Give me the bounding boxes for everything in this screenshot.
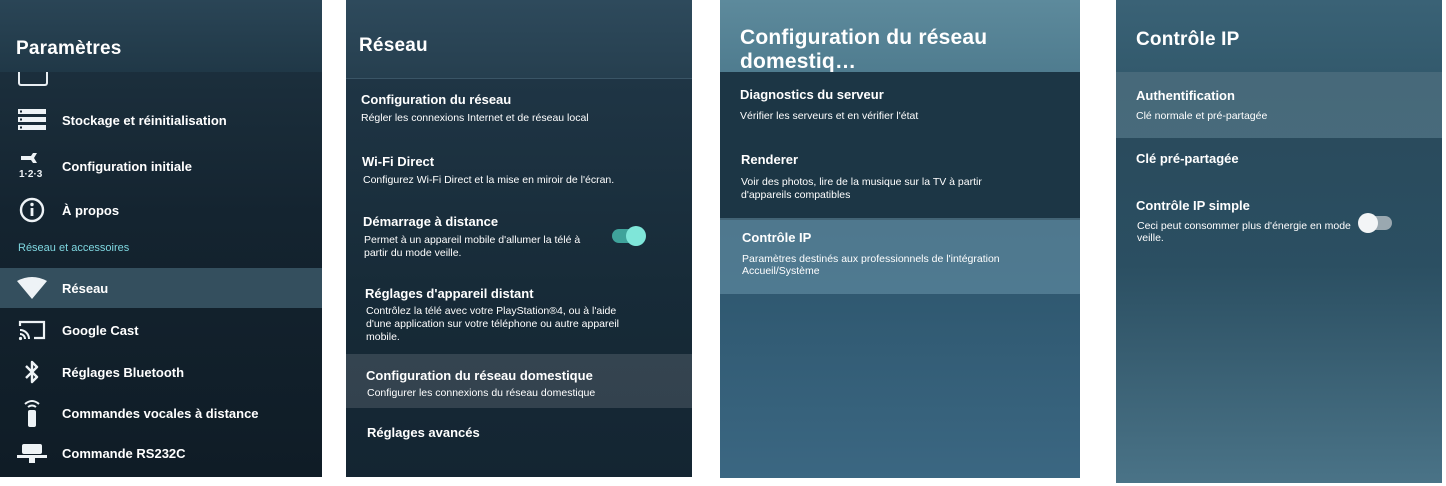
menu-item-label: Réglages Bluetooth [62,364,185,380]
page-title: Configuration du réseau domestiq… [740,26,988,73]
option-description: Voir des photos, lire de la musique sur … [741,176,982,188]
menu-item-label: Google Cast [62,322,139,338]
option-title: Authentification [1136,88,1235,103]
network-header: Réseau [346,0,692,79]
option-description: Ceci peut consommer plus d'énergie en mo… [1137,220,1351,232]
option-title: Configuration du réseau [361,92,512,107]
remote-start-toggle[interactable] [612,226,646,246]
partial-icon [18,72,48,86]
option-home-network[interactable]: Configuration du réseau domestique Confi… [346,354,692,408]
menu-item-initial-setup[interactable]: 1·2·3 Configuration initiale [0,146,322,186]
option-title: Réglages d'appareil distant [365,286,534,301]
menu-item-voice-remote[interactable]: Commandes vocales à distance [0,393,322,433]
option-title: Contrôle IP simple [1136,198,1250,213]
option-description: Configurer les connexions du réseau dome… [367,387,596,399]
menu-item-network[interactable]: Réseau [0,268,322,308]
option-description: Régler les connexions Internet et de rés… [361,112,589,124]
remote-icon [17,398,47,428]
option-title: Réglages avancés [367,425,480,440]
option-remote-device[interactable]: Réglages d'appareil distant Contrôlez la… [346,278,692,348]
menu-item-storage[interactable]: Stockage et réinitialisation [0,100,322,140]
option-description: Contrôlez la télé avec votre PlayStation… [366,305,617,317]
menu-item-label: À propos [62,202,120,218]
section-label: Réseau et accessoires [18,242,130,254]
option-description: veille. [1137,232,1164,244]
simple-ip-control-toggle[interactable] [1358,213,1392,233]
menu-item-bluetooth[interactable]: Réglages Bluetooth [0,352,322,392]
option-title: Clé pré-partagée [1136,151,1239,166]
option-title: Contrôle IP [742,230,812,245]
network-panel: Réseau Configuration du réseau Régler le… [346,0,692,477]
menu-item-rs232c[interactable]: Commande RS232C [0,433,322,473]
menu-item-label: Stockage et réinitialisation [62,112,227,128]
settings-header: Paramètres [0,0,322,72]
settings-panel: Paramètres Stockage et réinitialisation … [0,0,322,477]
menu-item-label: Commande RS232C [62,445,186,461]
option-description: Clé normale et pré-partagée [1136,110,1268,122]
serial-port-icon [17,438,47,468]
option-title: Configuration du réseau domestique [366,368,593,383]
page-title: Paramètres [16,38,122,59]
storage-icon [17,105,47,135]
option-server-diagnostics[interactable]: Diagnostics du serveur Vérifier les serv… [720,78,1080,136]
option-renderer[interactable]: Renderer Voir des photos, lire de la mus… [720,140,1080,212]
option-ip-control[interactable]: Contrôle IP Paramètres destinés aux prof… [720,218,1080,294]
option-authentication[interactable]: Authentification Clé normale et pré-part… [1116,72,1442,138]
option-title: Démarrage à distance [363,214,499,229]
initial-setup-icon: 1·2·3 [17,151,47,181]
option-description: partir du mode veille. [364,247,462,259]
option-description: mobile. [366,331,400,343]
option-title: Diagnostics du serveur [740,87,884,102]
option-wifi-direct[interactable]: Wi-Fi Direct Configurez Wi-Fi Direct et … [346,144,692,194]
option-description: Accueil/Système [742,265,820,277]
toggle-knob [626,226,646,246]
menu-item-label: Configuration initiale [62,158,192,174]
cast-icon [17,315,47,345]
page-title: Contrôle IP [1136,29,1240,50]
option-description: Configurez Wi-Fi Direct et la mise en mi… [363,174,615,186]
option-simple-ip-control[interactable]: Contrôle IP simple Ceci peut consommer p… [1116,190,1442,250]
info-icon [17,195,47,225]
home-network-header: Configuration du réseau domestiq… [720,0,1080,73]
svg-text:1·2·3: 1·2·3 [19,169,43,180]
menu-item-google-cast[interactable]: Google Cast [0,310,322,350]
ip-control-header: Contrôle IP [1116,0,1442,72]
option-preshared-key[interactable]: Clé pré-partagée [1116,142,1442,178]
option-remote-start[interactable]: Démarrage à distance Permet à un apparei… [346,206,692,270]
home-network-panel: Configuration du réseau domestiq… Diagno… [720,0,1080,478]
option-description: Vérifier les serveurs et en vérifier l'é… [740,110,919,122]
option-description: d'appareils compatibles [741,189,851,201]
option-description: d'une application sur votre téléphone ou… [366,318,620,330]
ip-control-panel: Contrôle IP Authentification Clé normale… [1116,0,1442,483]
bluetooth-icon [17,357,47,387]
page-title: Réseau [359,35,428,56]
option-description: Permet à un appareil mobile d'allumer la… [364,234,581,246]
wifi-icon [17,273,47,303]
menu-item-label: Commandes vocales à distance [62,405,259,421]
option-title: Wi-Fi Direct [362,154,435,169]
option-advanced[interactable]: Réglages avancés [346,414,692,450]
menu-item-label: Réseau [62,280,109,296]
option-title: Renderer [741,152,799,167]
toggle-knob [1358,213,1378,233]
option-network-config[interactable]: Configuration du réseau Régler les conne… [346,84,692,134]
menu-item-about[interactable]: À propos [0,190,322,230]
